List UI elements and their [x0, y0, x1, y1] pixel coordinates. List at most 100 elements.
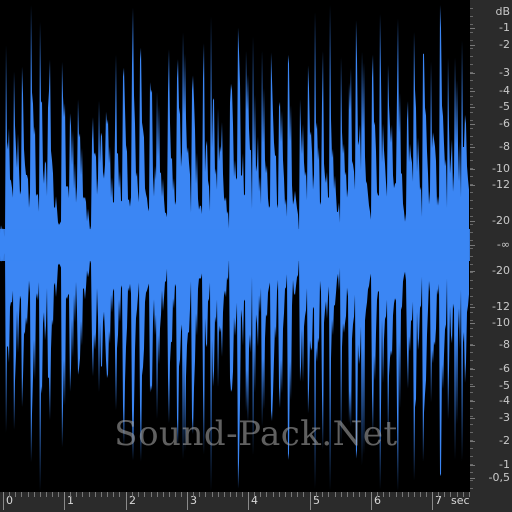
db-label-neg5b: -5 [499, 379, 510, 392]
db-unit-label: dB [495, 5, 510, 18]
time-minor-tick [34, 492, 35, 497]
db-minor-tick [470, 96, 473, 97]
time-minor-tick [322, 492, 323, 497]
time-minor-tick [132, 492, 133, 497]
db-tick-neg4b [470, 401, 475, 402]
db-tick-neg5b [470, 386, 475, 387]
db-minor-tick [470, 432, 473, 433]
time-minor-tick [169, 492, 170, 497]
db-minor-tick [470, 152, 473, 153]
time-tick-4 [248, 492, 249, 510]
db-minor-tick [470, 440, 473, 441]
time-ruler[interactable]: 01234567 [0, 492, 470, 512]
db-tick-neg10 [470, 169, 475, 170]
db-label-neg10: -10 [492, 162, 510, 175]
waveform-center-band [0, 229, 470, 261]
time-tick-6 [371, 492, 372, 510]
time-minor-tick [426, 492, 427, 497]
time-minor-tick [107, 492, 108, 497]
db-minor-tick [470, 344, 473, 345]
time-minor-tick [193, 492, 194, 497]
db-minor-tick [470, 272, 473, 273]
time-minor-tick [82, 492, 83, 497]
db-minor-tick [470, 384, 473, 385]
time-minor-tick [279, 492, 280, 497]
time-minor-tick [402, 492, 403, 497]
time-minor-tick [181, 492, 182, 497]
time-minor-tick [113, 492, 114, 497]
db-minor-tick [470, 232, 473, 233]
db-tick-neg20 [470, 221, 475, 222]
db-minor-tick [470, 264, 473, 265]
db-minor-tick [470, 72, 473, 73]
time-minor-tick [328, 492, 329, 497]
time-minor-tick [175, 492, 176, 497]
time-tick-1 [64, 492, 65, 510]
waveform-display[interactable] [0, 0, 470, 492]
db-minor-tick [470, 328, 473, 329]
db-minor-tick [470, 392, 473, 393]
db-minor-tick [470, 400, 473, 401]
time-minor-tick [28, 492, 29, 497]
db-tick-neg1b [470, 465, 475, 466]
db-minor-tick [470, 216, 473, 217]
db-minor-tick [470, 184, 473, 185]
db-minor-tick [470, 56, 473, 57]
time-minor-tick [230, 492, 231, 497]
db-label-neg4b: -4 [499, 394, 510, 407]
time-minor-tick [163, 492, 164, 497]
db-minor-tick [470, 464, 473, 465]
db-minor-tick [470, 176, 473, 177]
db-tick-neg1 [470, 28, 475, 29]
db-minor-tick [470, 136, 473, 137]
time-minor-tick [254, 492, 255, 497]
time-minor-tick [224, 492, 225, 497]
db-minor-tick [470, 160, 473, 161]
time-minor-tick [52, 492, 53, 497]
db-minor-tick [470, 112, 473, 113]
time-tick-3 [187, 492, 188, 510]
time-minor-tick [205, 492, 206, 497]
time-minor-tick [303, 492, 304, 497]
db-label-neg3b: -3 [499, 411, 510, 424]
db-minor-tick [470, 256, 473, 257]
db-minor-tick [470, 296, 473, 297]
db-minor-tick [470, 168, 473, 169]
time-minor-tick [212, 492, 213, 497]
db-minor-tick [470, 64, 473, 65]
db-tick-neg8b [470, 345, 475, 346]
db-minor-tick [470, 376, 473, 377]
time-minor-tick [138, 492, 139, 497]
db-tick-neg4 [470, 91, 475, 92]
time-minor-tick [46, 492, 47, 497]
db-label-neg2: -2 [499, 38, 510, 51]
time-tick-7 [432, 492, 433, 510]
db-minor-tick [470, 288, 473, 289]
time-minor-tick [377, 492, 378, 497]
db-tick-neg6 [470, 124, 475, 125]
time-minor-tick [389, 492, 390, 497]
db-label-neg12: -12 [492, 178, 510, 191]
db-minor-tick [470, 240, 473, 241]
db-label-neg2b: -2 [499, 434, 510, 447]
db-minor-tick [470, 48, 473, 49]
db-minor-tick [470, 320, 473, 321]
db-minor-tick [470, 88, 473, 89]
time-minor-tick [365, 492, 366, 497]
time-minor-tick [95, 492, 96, 497]
db-tick-neg3b [470, 418, 475, 419]
time-minor-tick [297, 492, 298, 497]
time-minor-tick [151, 492, 152, 497]
time-minor-tick [242, 492, 243, 497]
time-minor-tick [76, 492, 77, 497]
time-minor-tick [444, 492, 445, 497]
time-minor-tick [353, 492, 354, 497]
db-label-neg8: -8 [499, 140, 510, 153]
ruler-corner [470, 492, 512, 512]
db-minor-tick [470, 480, 473, 481]
time-minor-tick [316, 492, 317, 497]
time-minor-tick [347, 492, 348, 497]
db-minor-tick [470, 192, 473, 193]
db-minor-tick [470, 352, 473, 353]
db-minor-tick [470, 40, 473, 41]
